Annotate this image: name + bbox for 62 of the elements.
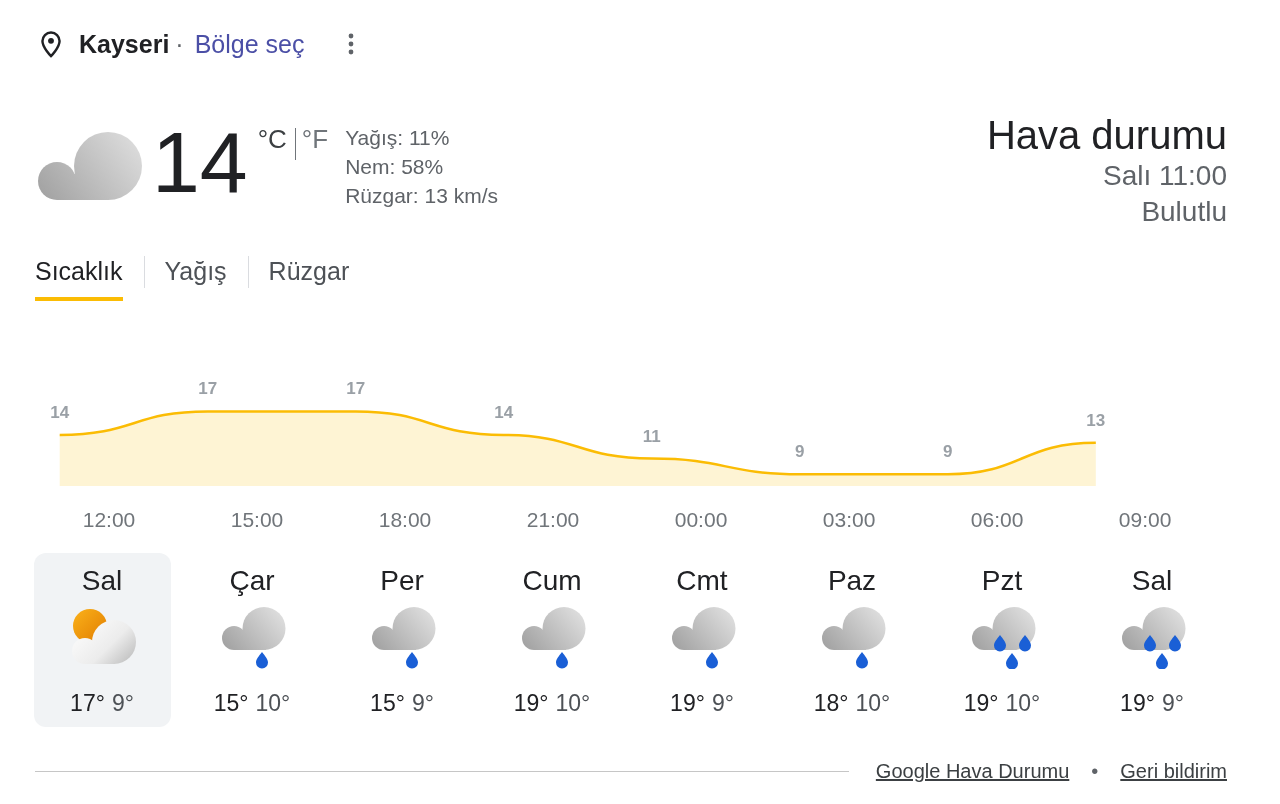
footer-link[interactable]: Geri bildirim [1120, 757, 1227, 785]
x-tick-label: 03:00 [822, 508, 876, 531]
x-tick-label: 06:00 [970, 508, 1024, 531]
weather-detail: Nem: 58% [345, 154, 445, 180]
data-label: 17 [346, 379, 366, 399]
weather-detail: Rüzgar: 13 km/s [345, 183, 499, 209]
day-label: Paz [827, 565, 877, 597]
data-label: 17 [198, 379, 218, 399]
region-link[interactable]: Bölge seç [194, 29, 305, 59]
x-tick-label: 15:00 [230, 508, 284, 531]
weather-detail: Yağış: 11% [345, 125, 451, 151]
data-label: 13 [1086, 410, 1106, 430]
more-icon[interactable] [348, 33, 355, 55]
day-label: Per [380, 565, 424, 597]
high-temp: 19° [513, 689, 549, 717]
high-temp: 19° [670, 689, 705, 717]
footer-link[interactable]: Google Hava Durumu [875, 757, 1070, 785]
x-tick-label: 00:00 [674, 508, 728, 531]
separator-text: • [1091, 759, 1099, 784]
x-tick-label: 18:00 [378, 508, 432, 531]
current-temperature: 14 [152, 119, 248, 205]
day-card[interactable]: Sal 17° 9° [33, 553, 171, 727]
low-temp: 10° [555, 689, 591, 717]
x-tick-label: 21:00 [526, 508, 580, 531]
low-temp: 9° [111, 689, 134, 717]
cloud-icon [37, 130, 143, 200]
high-temp: 19° [1120, 689, 1155, 717]
data-label: 11 [642, 426, 661, 446]
data-label: 9 [943, 442, 953, 462]
day-label: Pzt [981, 565, 1023, 597]
day-label: Cmt [676, 565, 728, 597]
separator-text: · [175, 29, 184, 59]
x-tick-label: 12:00 [82, 508, 136, 531]
location-pin-icon [40, 30, 62, 58]
high-temp: 15° [213, 689, 249, 717]
high-temp: 19° [963, 689, 999, 717]
low-temp: 10° [255, 689, 291, 717]
low-temp: 9° [1161, 689, 1184, 717]
low-temp: 9° [711, 689, 734, 717]
data-label: 9 [795, 442, 805, 462]
x-tick-label: 09:00 [1118, 508, 1172, 531]
low-temp: 10° [1005, 689, 1041, 717]
low-temp: 10° [855, 689, 891, 717]
day-label: Çar [229, 565, 275, 597]
unit-toggle[interactable]: °F [301, 124, 329, 155]
unit-toggle[interactable]: °C [257, 124, 287, 155]
widget-title: Hava durumu [986, 113, 1227, 157]
tab[interactable]: Sıcaklık [35, 256, 123, 301]
day-label: Cum [522, 565, 582, 597]
tab[interactable]: Yağış [164, 256, 227, 301]
date-time: Salı 11:00 [1102, 159, 1227, 193]
high-temp: 15° [370, 689, 405, 717]
high-temp: 17° [70, 689, 105, 717]
high-temp: 18° [813, 689, 849, 717]
tab[interactable]: Rüzgar [268, 256, 350, 301]
day-label: Sal [81, 565, 123, 597]
data-label: 14 [494, 402, 514, 422]
data-label: 14 [50, 402, 70, 422]
condition-text: Bulutlu [1141, 195, 1227, 229]
day-label: Sal [1131, 565, 1173, 597]
city-name: Kayseri [79, 29, 170, 59]
low-temp: 9° [411, 689, 434, 717]
